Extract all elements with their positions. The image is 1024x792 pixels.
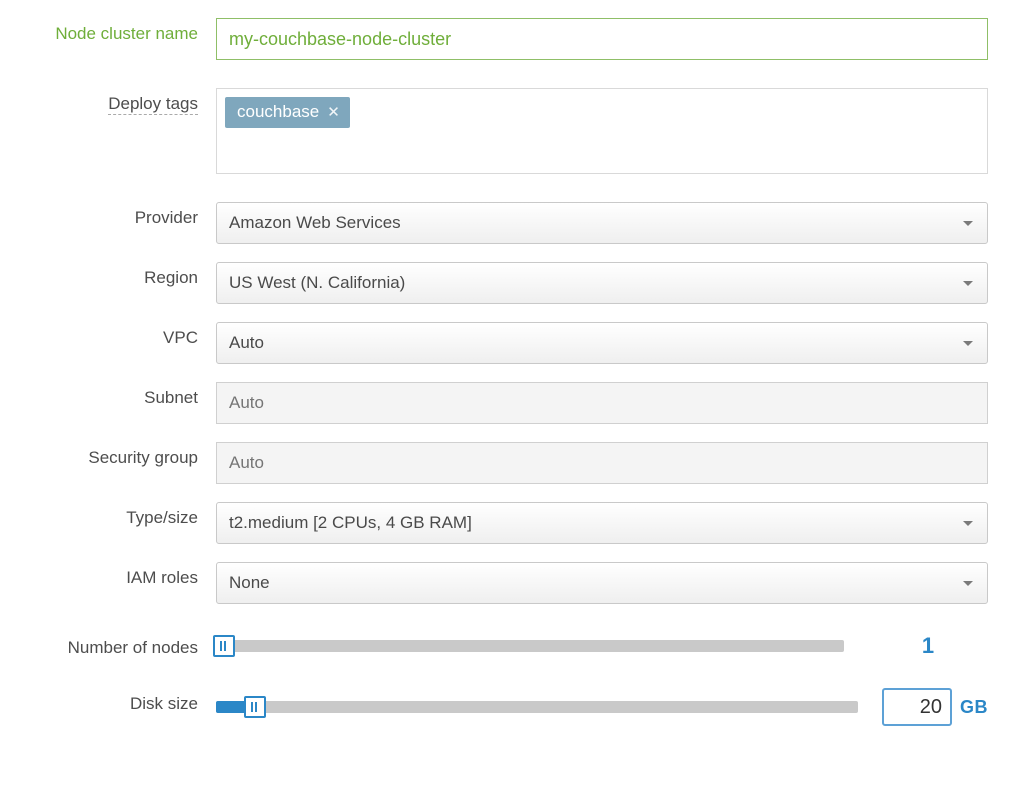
deploy-tags-label: Deploy tags: [36, 88, 216, 114]
tag-remove-icon[interactable]: ✕: [327, 103, 340, 121]
vpc-value: Auto: [229, 333, 264, 352]
type-size-select[interactable]: t2.medium [2 CPUs, 4 GB RAM]: [216, 502, 988, 544]
provider-value: Amazon Web Services: [229, 213, 401, 232]
region-label: Region: [36, 262, 216, 288]
type-size-label: Type/size: [36, 502, 216, 528]
chevron-down-icon: [963, 281, 973, 286]
slider-handle-icon[interactable]: [213, 635, 235, 657]
disk-size-slider[interactable]: [216, 693, 858, 721]
chevron-down-icon: [963, 341, 973, 346]
chevron-down-icon: [963, 221, 973, 226]
vpc-label: VPC: [36, 322, 216, 348]
region-select[interactable]: US West (N. California): [216, 262, 988, 304]
provider-select[interactable]: Amazon Web Services: [216, 202, 988, 244]
type-size-value: t2.medium [2 CPUs, 4 GB RAM]: [229, 513, 472, 532]
node-cluster-name-label: Node cluster name: [36, 18, 216, 44]
deploy-tags-input[interactable]: couchbase ✕: [216, 88, 988, 174]
vpc-select[interactable]: Auto: [216, 322, 988, 364]
subnet-input: [216, 382, 988, 424]
node-cluster-name-input[interactable]: [216, 18, 988, 60]
number-of-nodes-slider[interactable]: [216, 632, 844, 660]
subnet-label: Subnet: [36, 382, 216, 408]
iam-roles-label: IAM roles: [36, 562, 216, 588]
security-group-input: [216, 442, 988, 484]
number-of-nodes-value: 1: [868, 633, 988, 659]
region-value: US West (N. California): [229, 273, 405, 292]
number-of-nodes-label: Number of nodes: [36, 632, 216, 658]
tag-label: couchbase: [237, 102, 319, 122]
chevron-down-icon: [963, 581, 973, 586]
provider-label: Provider: [36, 202, 216, 228]
slider-handle-icon[interactable]: [244, 696, 266, 718]
tag-chip[interactable]: couchbase ✕: [225, 97, 350, 128]
disk-size-input[interactable]: [882, 688, 952, 726]
disk-size-unit: GB: [960, 697, 988, 718]
security-group-label: Security group: [36, 442, 216, 468]
iam-roles-value: None: [229, 573, 270, 592]
iam-roles-select[interactable]: None: [216, 562, 988, 604]
chevron-down-icon: [963, 521, 973, 526]
disk-size-label: Disk size: [36, 688, 216, 714]
